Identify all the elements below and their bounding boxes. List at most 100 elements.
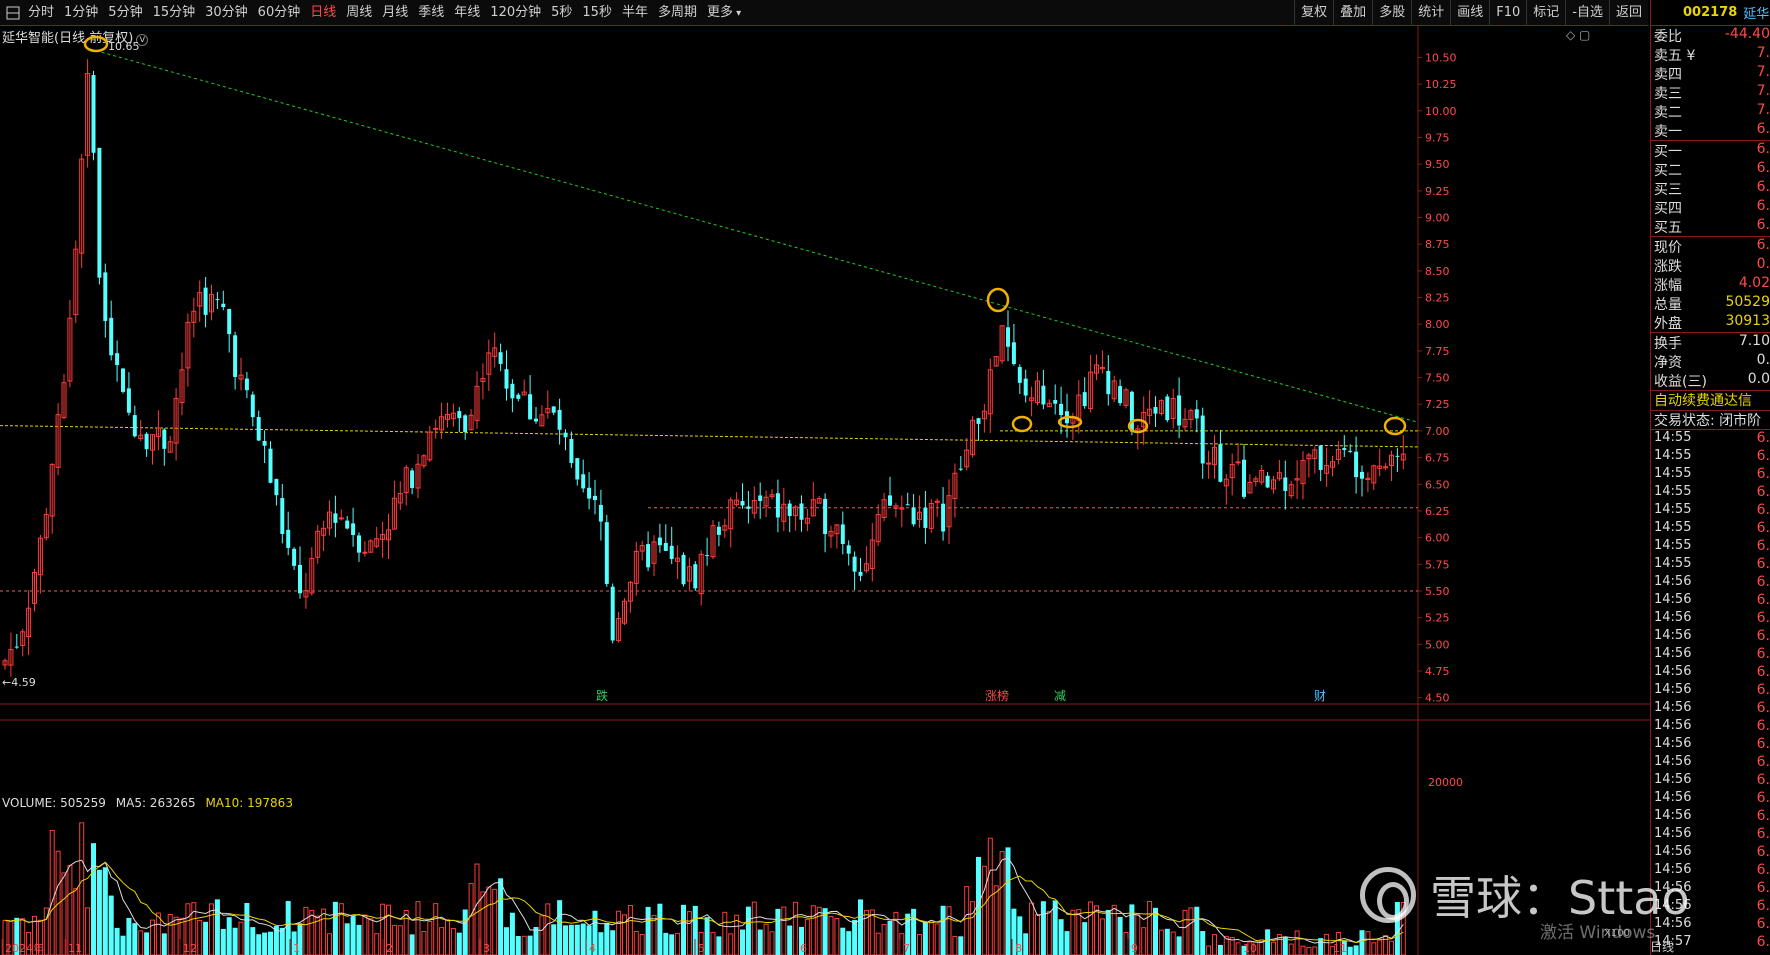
period-tab[interactable]: 120分钟: [485, 0, 546, 25]
volume-bar: [1035, 914, 1040, 955]
period-tab[interactable]: 30分钟: [200, 0, 253, 25]
price-tick-label: 4.75: [1425, 665, 1450, 678]
volume-bar: [1200, 931, 1206, 955]
volume-bar: [816, 906, 822, 955]
candle-body: [905, 504, 910, 506]
candle-body: [457, 411, 462, 419]
tick-price: 6.: [1756, 682, 1770, 698]
period-tab[interactable]: 1分钟: [59, 0, 103, 25]
time-label: 2024年: [5, 941, 44, 955]
period-tab[interactable]: 周线: [341, 0, 377, 25]
candle-body: [1194, 409, 1199, 419]
tick-time: 14:56: [1654, 700, 1692, 715]
period-tab[interactable]: 分时: [23, 0, 59, 25]
volume-bar: [604, 922, 610, 955]
candle-body: [333, 513, 338, 523]
tick-row: 14:56 6.: [1651, 628, 1770, 646]
volume-bar: [846, 931, 852, 955]
period-tab[interactable]: 半年: [617, 0, 653, 25]
volume-bar: [1005, 847, 1011, 955]
tick-price: 6.: [1756, 538, 1770, 554]
tick-time: 14:56: [1654, 808, 1692, 823]
candle-body: [1283, 477, 1288, 491]
grid-menu-icon[interactable]: [3, 3, 23, 23]
volume-bar: [1371, 942, 1377, 955]
candle-body: [858, 571, 863, 576]
volume-bar: [250, 927, 256, 955]
candle-body: [1006, 327, 1010, 347]
price-tick-label: 7.50: [1425, 372, 1450, 385]
candle-body: [1017, 367, 1022, 383]
period-tab[interactable]: 年线: [449, 0, 485, 25]
tool-button[interactable]: 统计: [1411, 0, 1450, 26]
volume-bar: [49, 829, 55, 955]
volume-bar: [362, 914, 368, 955]
auto-renew-banner[interactable]: 自动续费通达信: [1651, 390, 1770, 410]
volume-bar: [268, 931, 273, 955]
volume-bar: [563, 925, 568, 955]
candle-body: [581, 474, 586, 489]
volume-bar: [1312, 946, 1318, 955]
volume-bar: [303, 906, 309, 955]
period-tab[interactable]: 5分钟: [103, 0, 147, 25]
time-label: 5: [698, 942, 705, 955]
tool-button[interactable]: 标记: [1526, 0, 1565, 26]
quote-value: 7.: [1756, 64, 1770, 80]
period-tab[interactable]: 日线: [305, 0, 341, 25]
candle-body: [681, 554, 686, 585]
tick-price: 6.: [1756, 880, 1770, 896]
event-tag: 涨榜: [985, 688, 1009, 703]
tick-price: 6.: [1756, 718, 1770, 734]
period-tab[interactable]: 15秒: [577, 0, 617, 25]
candle-body: [746, 506, 751, 509]
period-tab[interactable]: 季线: [413, 0, 449, 25]
period-tab[interactable]: 多周期: [653, 0, 702, 25]
tick-time: 14:56: [1654, 574, 1692, 589]
quote-value: 6.: [1756, 141, 1770, 157]
candle-body: [357, 535, 361, 553]
tick-price: 6.: [1756, 808, 1770, 824]
volume-bar: [309, 909, 315, 955]
price-tick-label: 7.25: [1425, 398, 1450, 411]
candle-body: [534, 418, 538, 422]
annotation-circle: [83, 35, 109, 53]
volume-bar: [1206, 945, 1212, 955]
tool-button[interactable]: 多股: [1372, 0, 1411, 26]
tool-button[interactable]: -自选: [1565, 0, 1609, 26]
tool-button[interactable]: 复权: [1294, 0, 1333, 26]
candle-body: [498, 352, 503, 364]
period-tab[interactable]: 15分钟: [148, 0, 201, 25]
trend-line: [89, 48, 1419, 423]
period-tab[interactable]: 更多: [702, 0, 746, 25]
period-tab[interactable]: 5秒: [546, 0, 577, 25]
bottom-tab-daily[interactable]: 日线: [1650, 938, 1674, 955]
candle-body: [221, 303, 226, 308]
tick-row: 14:56 6.: [1651, 574, 1770, 592]
tool-button[interactable]: 返回: [1608, 0, 1648, 26]
volume-bar: [492, 888, 498, 955]
tick-time: 14:56: [1654, 592, 1692, 607]
quote-stats-2: 换手 7.10 净资 0. 收益(三) 0.0: [1651, 332, 1770, 390]
price-tick-label: 7.75: [1425, 345, 1450, 358]
quote-label: 卖三: [1654, 86, 1682, 102]
period-tab[interactable]: 月线: [377, 0, 413, 25]
volume-bar: [1064, 931, 1070, 955]
period-tab[interactable]: 60分钟: [253, 0, 306, 25]
tool-button[interactable]: 叠加: [1333, 0, 1372, 26]
volume-bar: [981, 865, 987, 955]
time-label: 6: [800, 942, 807, 955]
volume-bar: [704, 917, 710, 955]
volume-bar: [155, 912, 161, 955]
volume-bar: [138, 930, 144, 955]
candle-body: [1206, 462, 1212, 465]
kline-chart[interactable]: 10.50 10.25 10.00 9.75 9.50 9.25 9.00 8.75 8.50 8…: [0, 26, 1650, 955]
candle-body: [1059, 403, 1064, 416]
tool-button[interactable]: F10: [1489, 0, 1526, 26]
volume-bar: [757, 929, 763, 955]
quote-value: 30913: [1725, 313, 1770, 329]
tool-button[interactable]: 画线: [1450, 0, 1489, 26]
volume-ma10-line: [4, 861, 1404, 944]
candle-body: [510, 383, 515, 399]
tick-price: 6.: [1756, 862, 1770, 878]
quote-value: 7.: [1756, 102, 1770, 118]
